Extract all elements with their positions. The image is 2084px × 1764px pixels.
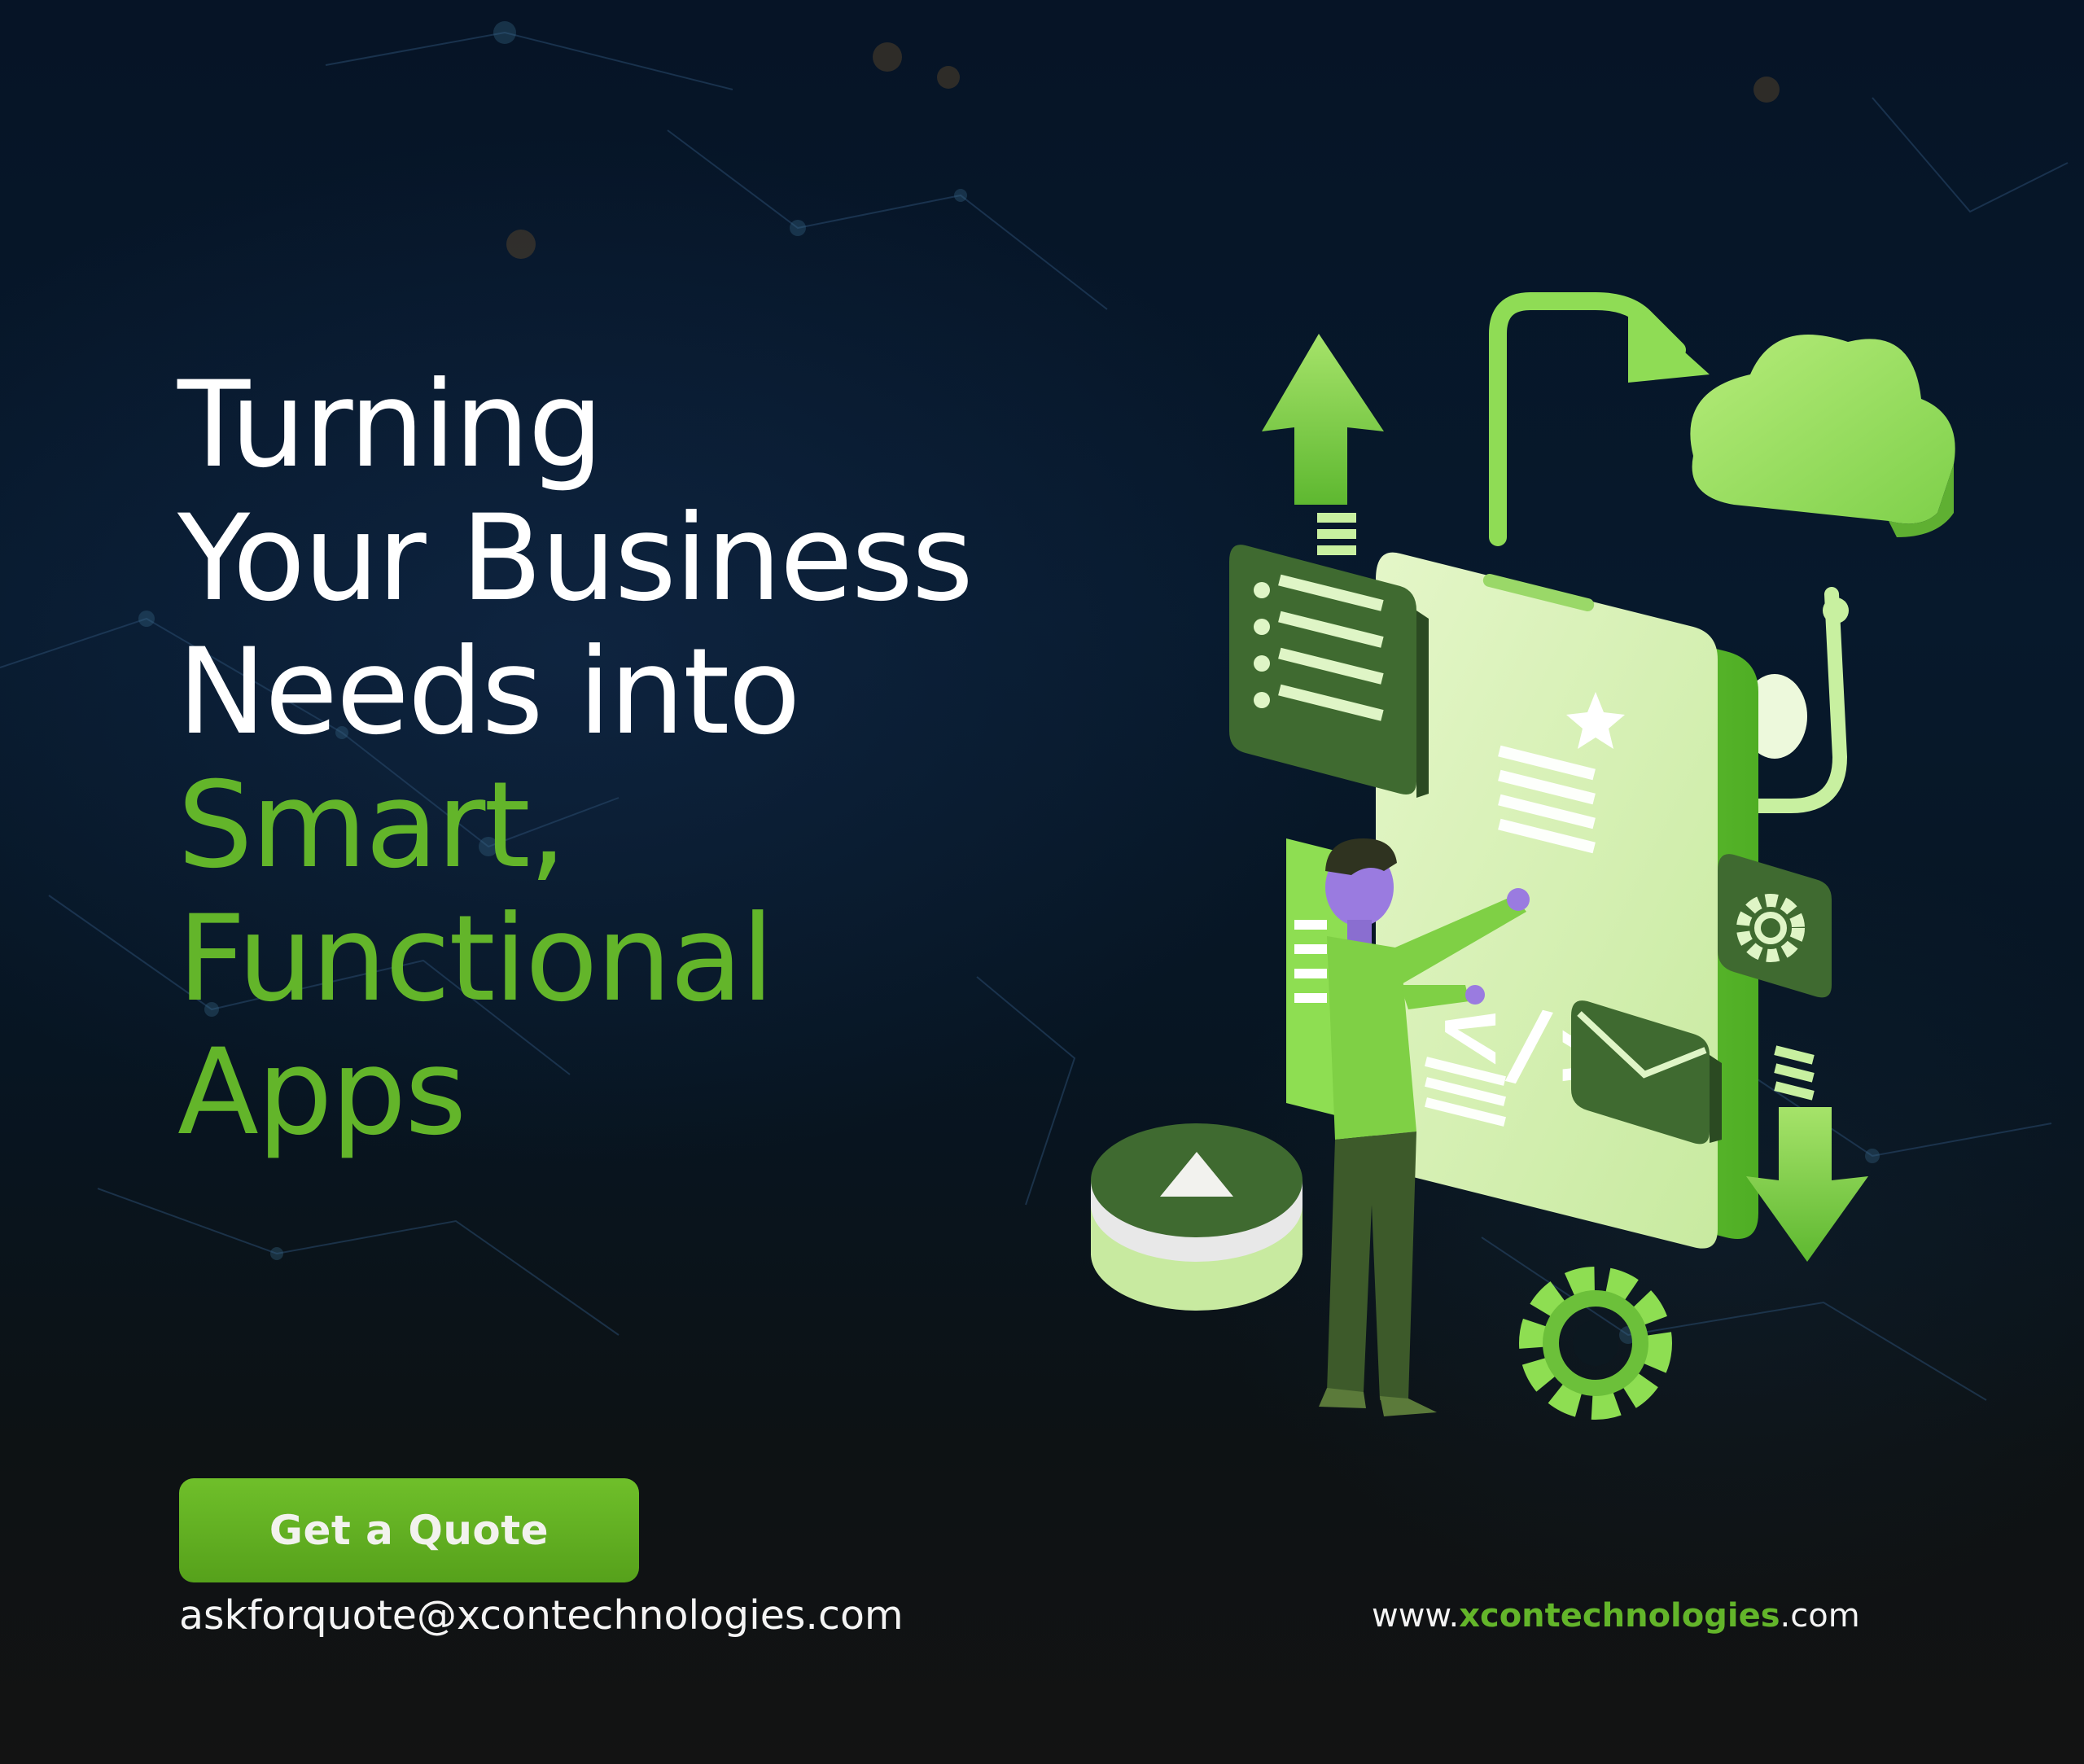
smartphone: </> — [1376, 552, 1758, 1249]
headline: Turning Your Business Needs into Smart, … — [177, 358, 1154, 1159]
download-arrow-icon — [1746, 1045, 1868, 1262]
play-button-icon — [1091, 1123, 1302, 1311]
headline-line-6: Apps — [177, 1023, 466, 1162]
get-a-quote-button[interactable]: Get a Quote — [179, 1478, 639, 1582]
headline-line-4: Smart, — [177, 756, 567, 895]
headline-line-2: Your Business — [177, 489, 974, 628]
website-brand: xcontechnologies — [1459, 1597, 1780, 1635]
ad-banner: Turning Your Business Needs into Smart, … — [0, 0, 2084, 1764]
cloud-icon — [1690, 335, 1955, 537]
app-development-illustration: </> — [1091, 292, 1955, 1420]
upload-arrow-icon — [1262, 334, 1384, 555]
headline-line-3: Needs into — [177, 623, 801, 761]
contact-email[interactable]: askforquote@xcontechnologies.com — [179, 1592, 904, 1639]
website-prefix: www. — [1372, 1597, 1460, 1635]
website-suffix: .com — [1780, 1597, 1860, 1635]
headline-line-1: Turning — [177, 356, 603, 494]
website-link[interactable]: www.xcontechnologies.com — [1372, 1597, 1860, 1635]
headline-line-5: Functional — [177, 890, 774, 1028]
cog-icon — [1519, 1267, 1672, 1420]
